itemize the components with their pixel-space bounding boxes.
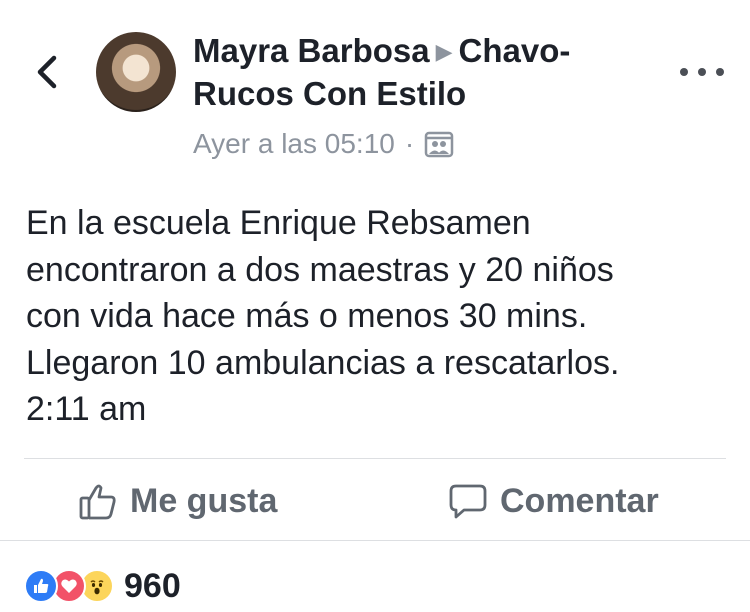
- more-dots-icon: [716, 68, 724, 76]
- group-name-line2[interactable]: Rucos Con Estilo: [193, 75, 466, 112]
- post-text-line: con vida hace más o menos 30 mins.: [26, 297, 588, 335]
- divider: [0, 540, 750, 541]
- back-button[interactable]: [30, 52, 64, 92]
- post-text-line: encontraron a dos maestras y 20 niños: [26, 250, 614, 289]
- arrow-right-icon: ▶: [435, 39, 453, 64]
- post-timestamp[interactable]: Ayer a las 05:10: [193, 128, 395, 160]
- like-reaction-icon: [24, 569, 58, 603]
- comment-bubble-icon: [449, 484, 487, 519]
- comment-button[interactable]: Comentar: [448, 470, 659, 532]
- post-text-line: Llegaron 10 ambulancias a rescatarlos.: [26, 343, 620, 382]
- post-text: En la escuela Enrique Rebsamen encontrar…: [26, 200, 726, 433]
- avatar[interactable]: [96, 32, 176, 112]
- comment-label: Comentar: [500, 481, 659, 520]
- author-name[interactable]: Mayra Barbosa: [193, 32, 430, 69]
- thumbs-up-icon: [79, 484, 116, 520]
- more-dots-icon: [680, 68, 688, 76]
- post-meta: Ayer a las 05:10 ·: [193, 128, 454, 160]
- post-text-line: 2:11 am: [26, 390, 147, 428]
- more-options-button[interactable]: [680, 60, 724, 84]
- like-button[interactable]: Me gusta: [78, 470, 277, 532]
- divider: [24, 458, 726, 459]
- post-text-line: En la escuela Enrique Rebsamen: [26, 204, 531, 242]
- reaction-count: 960: [124, 566, 181, 605]
- reactions-summary[interactable]: 960: [24, 564, 181, 608]
- group-name-line1[interactable]: Chavo-: [459, 32, 571, 69]
- meta-separator: ·: [404, 128, 415, 159]
- chevron-left-icon: [37, 55, 57, 89]
- group-audience-icon: [424, 131, 454, 158]
- post-header: Mayra Barbosa ▶ Chavo- Rucos Con Estilo: [193, 30, 663, 115]
- more-dots-icon: [698, 68, 706, 76]
- like-label: Me gusta: [130, 481, 278, 520]
